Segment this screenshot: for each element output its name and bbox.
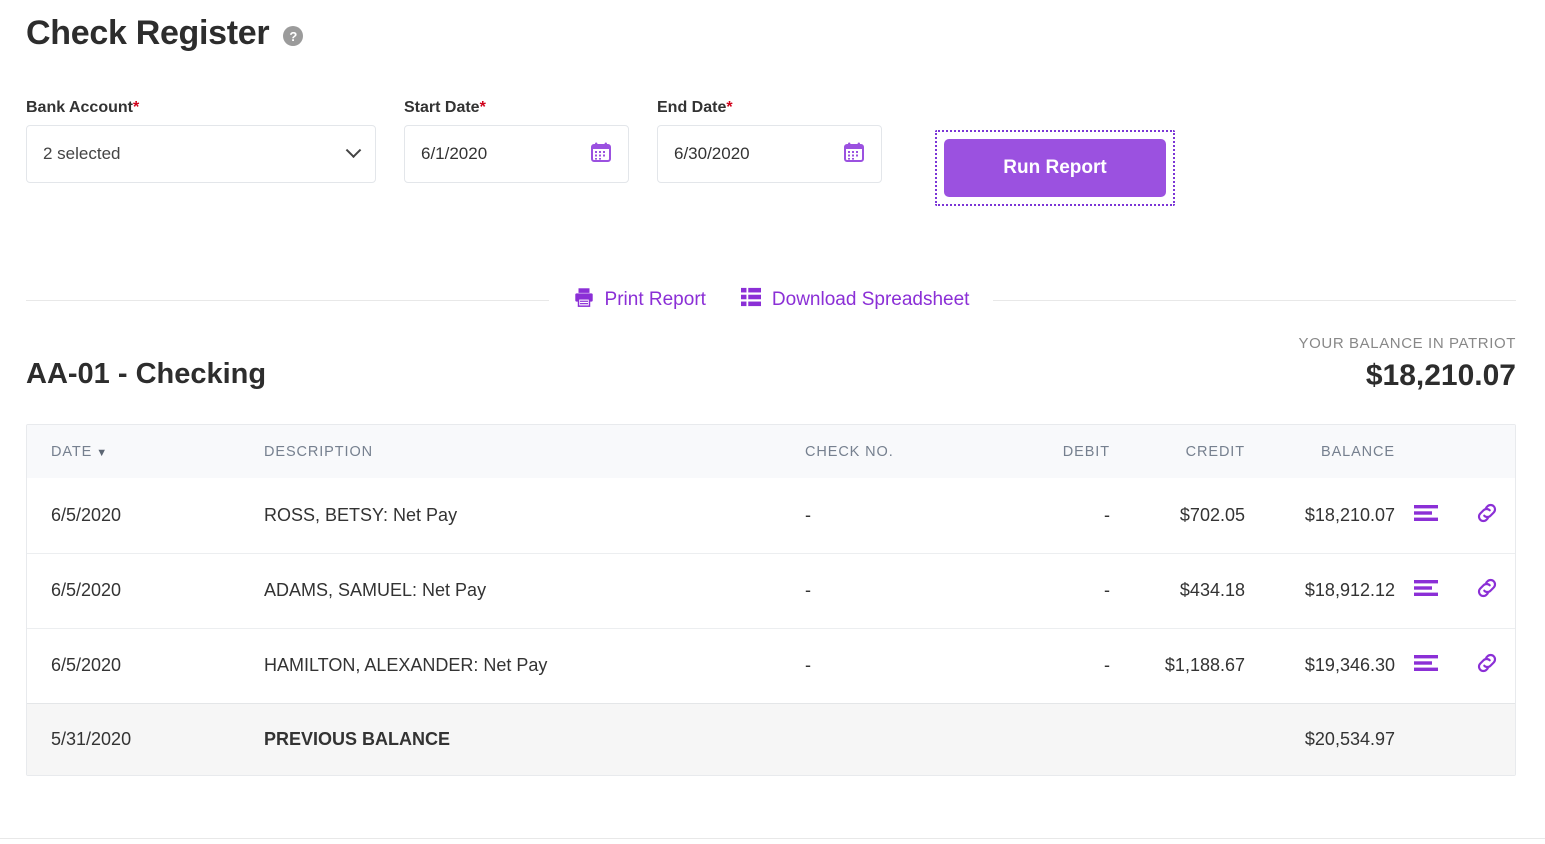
cell-action-list[interactable] bbox=[1395, 628, 1457, 703]
cell-credit: $1,188.67 bbox=[1110, 628, 1245, 703]
divider-left bbox=[26, 300, 549, 301]
cell-credit: $702.05 bbox=[1110, 478, 1245, 553]
print-report-link[interactable]: Print Report bbox=[573, 286, 706, 314]
calendar-icon[interactable] bbox=[590, 141, 612, 168]
cell-check-no: - bbox=[805, 478, 975, 553]
table-row[interactable]: 6/5/2020 ADAMS, SAMUEL: Net Pay - - $434… bbox=[27, 553, 1516, 628]
print-report-label: Print Report bbox=[605, 289, 706, 311]
cell-check-no: - bbox=[805, 628, 975, 703]
cell-description: HAMILTON, ALEXANDER: Net Pay bbox=[245, 628, 805, 703]
download-spreadsheet-link[interactable]: Download Spreadsheet bbox=[740, 287, 970, 313]
column-header-credit[interactable]: CREDIT bbox=[1110, 425, 1245, 478]
required-marker: * bbox=[480, 99, 486, 116]
help-circle-icon[interactable]: ? bbox=[283, 26, 303, 46]
bank-account-label: Bank Account* bbox=[26, 100, 376, 116]
balance-label: YOUR BALANCE IN PATRIOT bbox=[1299, 336, 1516, 351]
cell-debit: - bbox=[975, 628, 1110, 703]
cell-action-link[interactable] bbox=[1457, 553, 1516, 628]
end-date-input[interactable]: 6/30/2020 bbox=[657, 125, 882, 183]
cell-date: 5/31/2020 bbox=[27, 703, 245, 775]
balance-block: YOUR BALANCE IN PATRIOT $18,210.07 bbox=[1299, 336, 1516, 391]
bank-account-field: Bank Account* 2 selected bbox=[26, 100, 376, 183]
bank-account-value: 2 selected bbox=[43, 144, 121, 164]
cell-description: ROSS, BETSY: Net Pay bbox=[245, 478, 805, 553]
cell-action-link[interactable] bbox=[1457, 478, 1516, 553]
link-chain-icon[interactable] bbox=[1474, 575, 1500, 601]
cell-description: PREVIOUS BALANCE bbox=[245, 703, 805, 775]
cell-date: 6/5/2020 bbox=[27, 628, 245, 703]
table-head: DATE▼ DESCRIPTION CHECK NO. DEBIT CREDIT… bbox=[27, 425, 1516, 478]
link-chain-icon[interactable] bbox=[1474, 650, 1500, 676]
cell-date: 6/5/2020 bbox=[27, 553, 245, 628]
column-header-actions-link bbox=[1457, 425, 1516, 478]
end-date-value: 6/30/2020 bbox=[674, 144, 750, 164]
link-chain-icon[interactable] bbox=[1474, 500, 1500, 526]
account-summary: AA-01 - Checking YOUR BALANCE IN PATRIOT… bbox=[26, 336, 1516, 391]
end-date-field: End Date* 6/30/2020 bbox=[657, 100, 882, 183]
calendar-icon[interactable] bbox=[843, 141, 865, 168]
table-body: 6/5/2020 ROSS, BETSY: Net Pay - - $702.0… bbox=[27, 478, 1516, 775]
divider-right bbox=[993, 300, 1516, 301]
column-header-description[interactable]: DESCRIPTION bbox=[245, 425, 805, 478]
start-date-label: Start Date* bbox=[404, 100, 629, 116]
column-header-check-no[interactable]: CHECK NO. bbox=[805, 425, 975, 478]
start-date-input[interactable]: 6/1/2020 bbox=[404, 125, 629, 183]
cell-balance: $19,346.30 bbox=[1245, 628, 1395, 703]
spreadsheet-list-icon bbox=[740, 287, 762, 313]
cell-debit: - bbox=[975, 553, 1110, 628]
page-bottom-divider bbox=[0, 838, 1545, 839]
bank-account-select[interactable]: 2 selected bbox=[26, 125, 376, 183]
cell-check-no bbox=[805, 703, 975, 775]
check-register-table: DATE▼ DESCRIPTION CHECK NO. DEBIT CREDIT… bbox=[26, 424, 1516, 776]
cell-debit bbox=[975, 703, 1110, 775]
table-row[interactable]: 6/5/2020 HAMILTON, ALEXANDER: Net Pay - … bbox=[27, 628, 1516, 703]
report-actions: Print Report Download Spreadsheet bbox=[549, 286, 994, 314]
cell-balance: $20,534.97 bbox=[1245, 703, 1395, 775]
cell-debit: - bbox=[975, 478, 1110, 553]
cell-action-link[interactable] bbox=[1457, 628, 1516, 703]
check-register-page: Check Register ? Bank Account* 2 selecte… bbox=[0, 0, 1545, 844]
filter-bar: Bank Account* 2 selected Start Date* 6/1… bbox=[26, 100, 1175, 206]
list-lines-icon[interactable] bbox=[1413, 504, 1439, 522]
sort-descending-icon: ▼ bbox=[96, 447, 108, 459]
page-header: Check Register ? bbox=[26, 16, 303, 50]
balance-amount: $18,210.07 bbox=[1299, 361, 1516, 391]
column-header-date[interactable]: DATE▼ bbox=[27, 425, 245, 478]
page-title: Check Register bbox=[26, 16, 269, 50]
account-name: AA-01 - Checking bbox=[26, 359, 266, 391]
table-row[interactable]: 6/5/2020 ROSS, BETSY: Net Pay - - $702.0… bbox=[27, 478, 1516, 553]
cell-description: ADAMS, SAMUEL: Net Pay bbox=[245, 553, 805, 628]
cell-credit: $434.18 bbox=[1110, 553, 1245, 628]
column-header-balance[interactable]: BALANCE bbox=[1245, 425, 1395, 478]
required-marker: * bbox=[726, 99, 732, 116]
cell-action-link bbox=[1457, 703, 1516, 775]
chevron-down-icon bbox=[346, 142, 362, 158]
download-spreadsheet-label: Download Spreadsheet bbox=[772, 289, 970, 311]
run-report-focus-ring: Run Report bbox=[935, 130, 1175, 206]
required-marker: * bbox=[133, 99, 139, 116]
cell-check-no: - bbox=[805, 553, 975, 628]
cell-date: 6/5/2020 bbox=[27, 478, 245, 553]
table-header-row: DATE▼ DESCRIPTION CHECK NO. DEBIT CREDIT… bbox=[27, 425, 1516, 478]
report-actions-row: Print Report Download Spreadsheet bbox=[26, 286, 1516, 314]
cell-action-list[interactable] bbox=[1395, 553, 1457, 628]
list-lines-icon[interactable] bbox=[1413, 654, 1439, 672]
printer-icon bbox=[573, 286, 595, 314]
cell-balance: $18,210.07 bbox=[1245, 478, 1395, 553]
list-lines-icon[interactable] bbox=[1413, 579, 1439, 597]
start-date-value: 6/1/2020 bbox=[421, 144, 487, 164]
cell-balance: $18,912.12 bbox=[1245, 553, 1395, 628]
cell-credit bbox=[1110, 703, 1245, 775]
start-date-field: Start Date* 6/1/2020 bbox=[404, 100, 629, 183]
cell-action-list bbox=[1395, 703, 1457, 775]
column-header-debit[interactable]: DEBIT bbox=[975, 425, 1110, 478]
previous-balance-row: 5/31/2020 PREVIOUS BALANCE $20,534.97 bbox=[27, 703, 1516, 775]
run-report-button[interactable]: Run Report bbox=[944, 139, 1166, 197]
cell-action-list[interactable] bbox=[1395, 478, 1457, 553]
end-date-label: End Date* bbox=[657, 100, 882, 116]
column-header-actions-list bbox=[1395, 425, 1457, 478]
